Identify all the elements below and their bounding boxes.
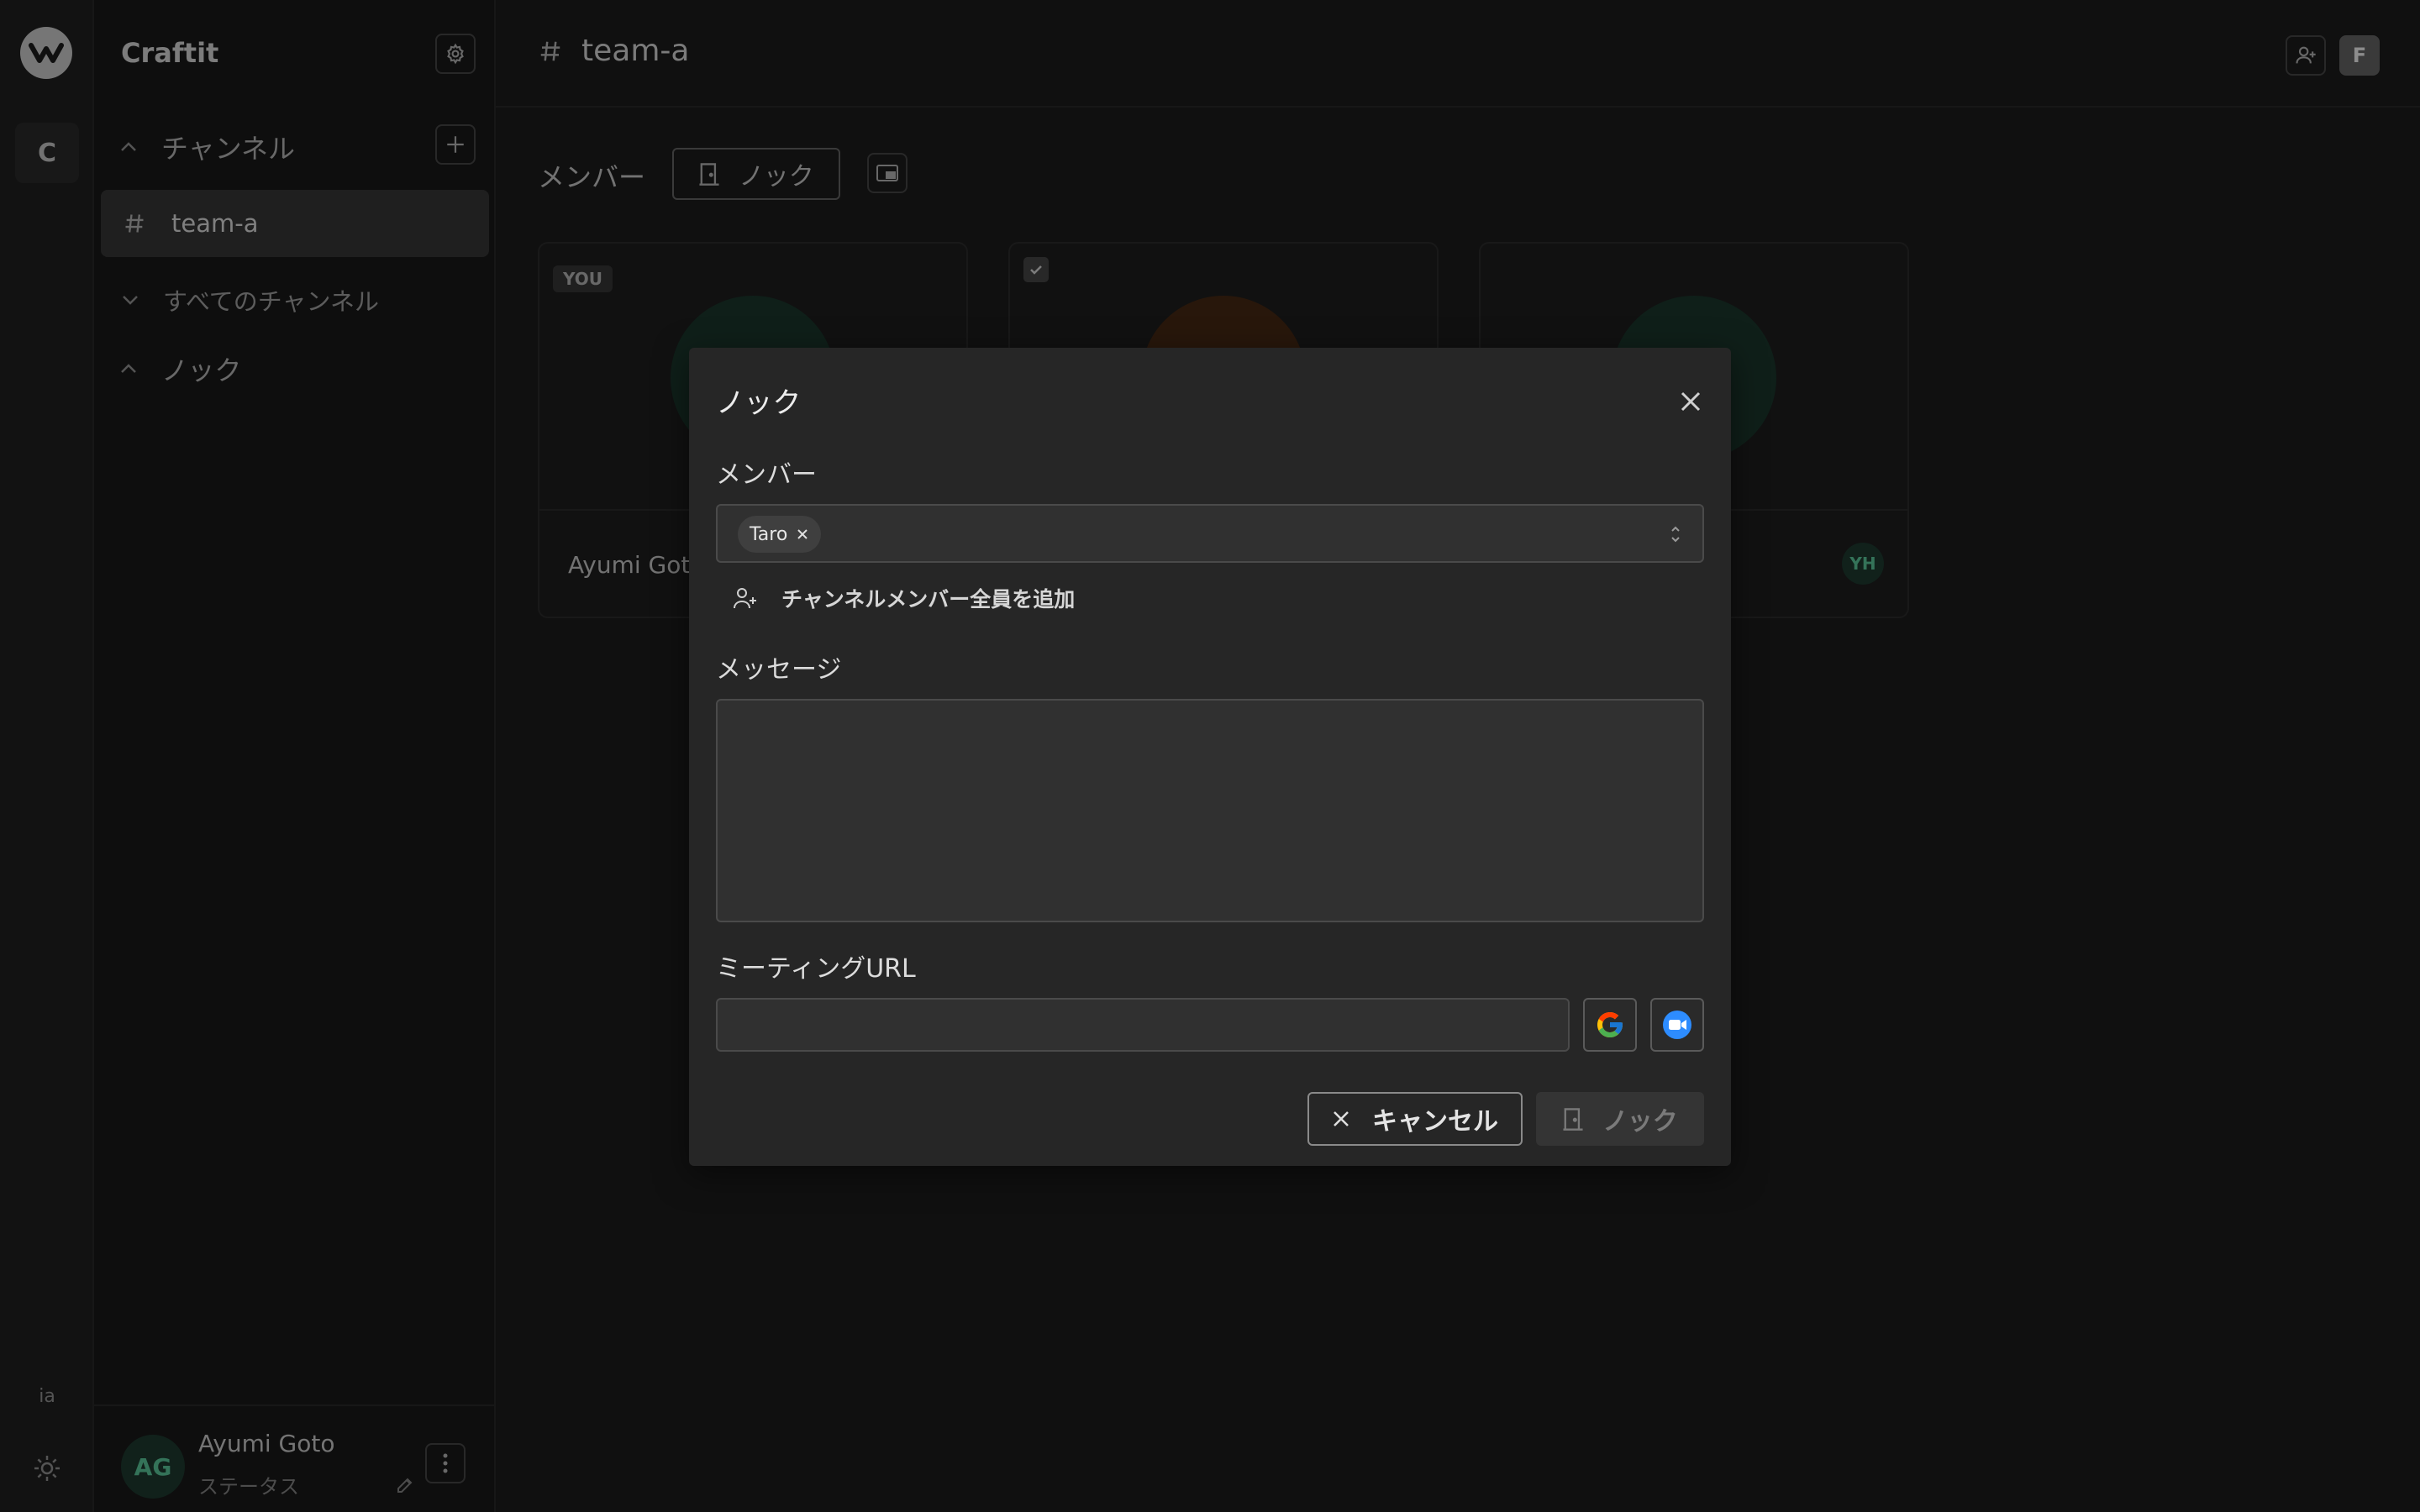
zoom-button[interactable] [1650,998,1704,1052]
member-chip: Taro [738,516,822,553]
close-button[interactable] [1672,383,1709,420]
member-chip-label: Taro [750,523,788,545]
google-icon [1597,1012,1623,1037]
cancel-label: キャンセル [1372,1107,1498,1137]
zoom-icon [1663,1011,1691,1039]
door-icon [1563,1108,1583,1131]
add-all-members-label: チャンネルメンバー全員を追加 [781,587,1076,612]
cancel-button[interactable]: キャンセル [1307,1092,1523,1146]
member-select[interactable]: Taro [716,504,1704,563]
google-meet-button[interactable] [1583,998,1637,1052]
members-field-label: メンバー [716,460,817,490]
add-all-members-button[interactable]: チャンネルメンバー全員を追加 [733,583,1075,613]
close-icon [1334,1111,1349,1126]
knock-submit-button[interactable]: ノック [1536,1092,1704,1146]
meeting-url-input[interactable] [716,998,1570,1052]
knock-submit-label: ノック [1602,1107,1678,1137]
message-field-label: メッセージ [716,655,842,685]
message-textarea[interactable] [716,699,1704,922]
remove-chip-icon[interactable] [796,528,809,541]
knock-dialog: ノック メンバー Taro チャンネルメンバー全員を追加 メッセージ ミーティン… [689,348,1731,1166]
meeting-url-label: ミーティングURL [716,954,916,984]
users-plus-icon [734,588,756,609]
close-icon [1681,391,1701,412]
dialog-title: ノック [716,386,802,420]
select-updown-icon [1671,526,1680,543]
